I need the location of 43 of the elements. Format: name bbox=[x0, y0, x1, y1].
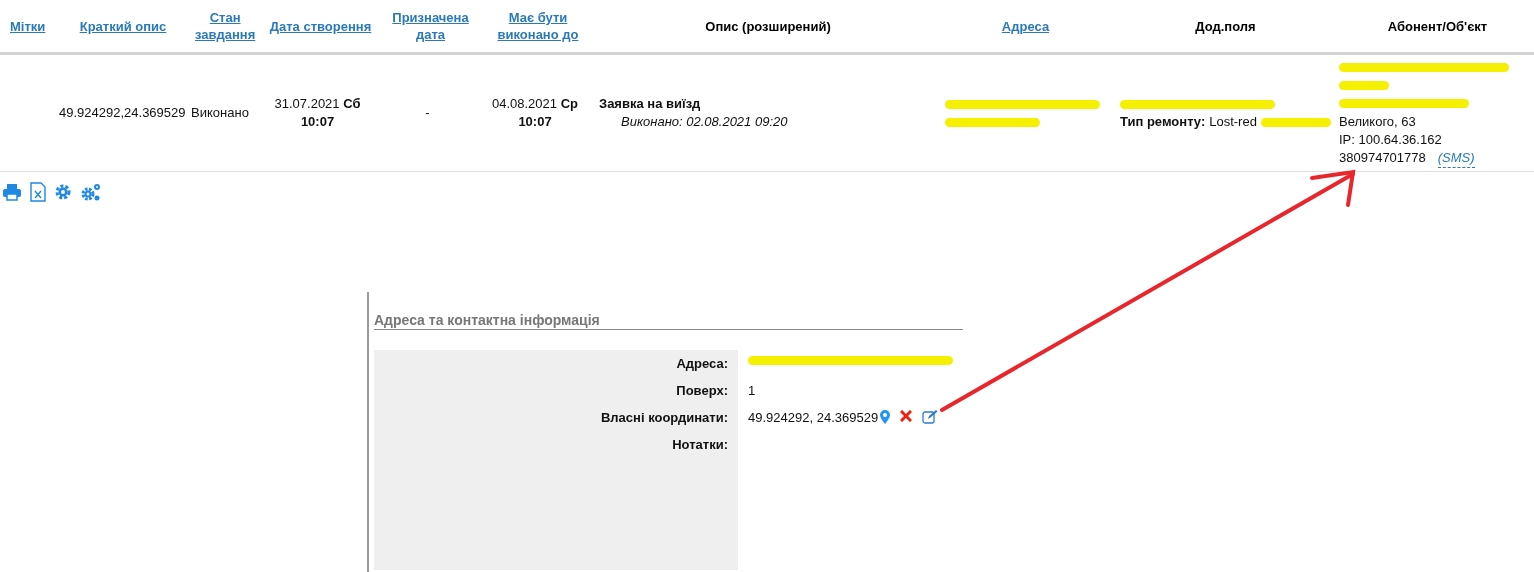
redaction-mark bbox=[1339, 81, 1389, 90]
assigned-date: - bbox=[425, 105, 430, 120]
field-label: Нотатки: bbox=[671, 437, 729, 454]
column-sort-link[interactable]: Дата створення bbox=[269, 17, 372, 35]
field-label: Власні координати: bbox=[599, 410, 729, 427]
weekday-text: Ср bbox=[560, 96, 578, 111]
print-icon[interactable] bbox=[2, 183, 22, 201]
gears-icon[interactable] bbox=[80, 182, 102, 202]
column-header: Абонент/Об'єкт bbox=[1387, 17, 1488, 35]
coordinates-value: 49.924292, 24.369529 bbox=[748, 410, 879, 426]
time-text: 10:07 bbox=[518, 114, 552, 129]
weekday-text: Сб bbox=[343, 96, 361, 111]
map-pin-icon[interactable] bbox=[880, 410, 891, 424]
column-header: Опис (розширений) bbox=[705, 17, 831, 35]
sms-link[interactable]: (SMS) bbox=[1437, 148, 1475, 168]
column-sort-link[interactable]: Мітки bbox=[10, 17, 46, 35]
panel-title: Адреса та контактна інформація bbox=[374, 312, 963, 330]
cell-text: Великого, 63 bbox=[1339, 112, 1416, 131]
field-value: 1 bbox=[748, 383, 756, 399]
column-header: Дод.поля bbox=[1195, 17, 1256, 35]
date-text: 31.07.2021 bbox=[274, 96, 341, 111]
column-sort-link[interactable]: Краткий опис bbox=[79, 17, 167, 35]
status-text: Виконано bbox=[191, 105, 249, 120]
column-sort-link[interactable]: Призначена дата bbox=[390, 9, 471, 43]
cell-text: Lost-red bbox=[1209, 113, 1257, 131]
redaction-mark bbox=[1260, 117, 1331, 127]
column-sort-link[interactable]: Адреса bbox=[1001, 17, 1050, 35]
spreadsheet-icon[interactable] bbox=[30, 182, 46, 202]
field-label: Поверх: bbox=[675, 383, 729, 400]
edit-icon[interactable] bbox=[922, 410, 939, 424]
column-sort-link[interactable]: Має бути виконано до bbox=[485, 9, 591, 43]
close-icon[interactable] bbox=[900, 410, 913, 422]
field-label: Тип ремонту: bbox=[1120, 113, 1206, 131]
cell-text: IP: 100.64.36.162 bbox=[1339, 130, 1442, 149]
date-text: 04.08.2021 bbox=[491, 96, 559, 111]
settings-icon[interactable] bbox=[54, 183, 72, 201]
completion-note: Виконано: 02.08.2021 09:20 bbox=[620, 113, 789, 131]
field-label: Адреса: bbox=[675, 356, 729, 373]
column-sort-link[interactable]: Стан завдання bbox=[195, 9, 256, 43]
cell-text: 380974701778 bbox=[1339, 149, 1426, 167]
description-title: Заявка на виїзд bbox=[599, 96, 701, 111]
time-text: 10:07 bbox=[300, 114, 335, 129]
short-description: 49.924292,24.369529 bbox=[59, 105, 186, 120]
